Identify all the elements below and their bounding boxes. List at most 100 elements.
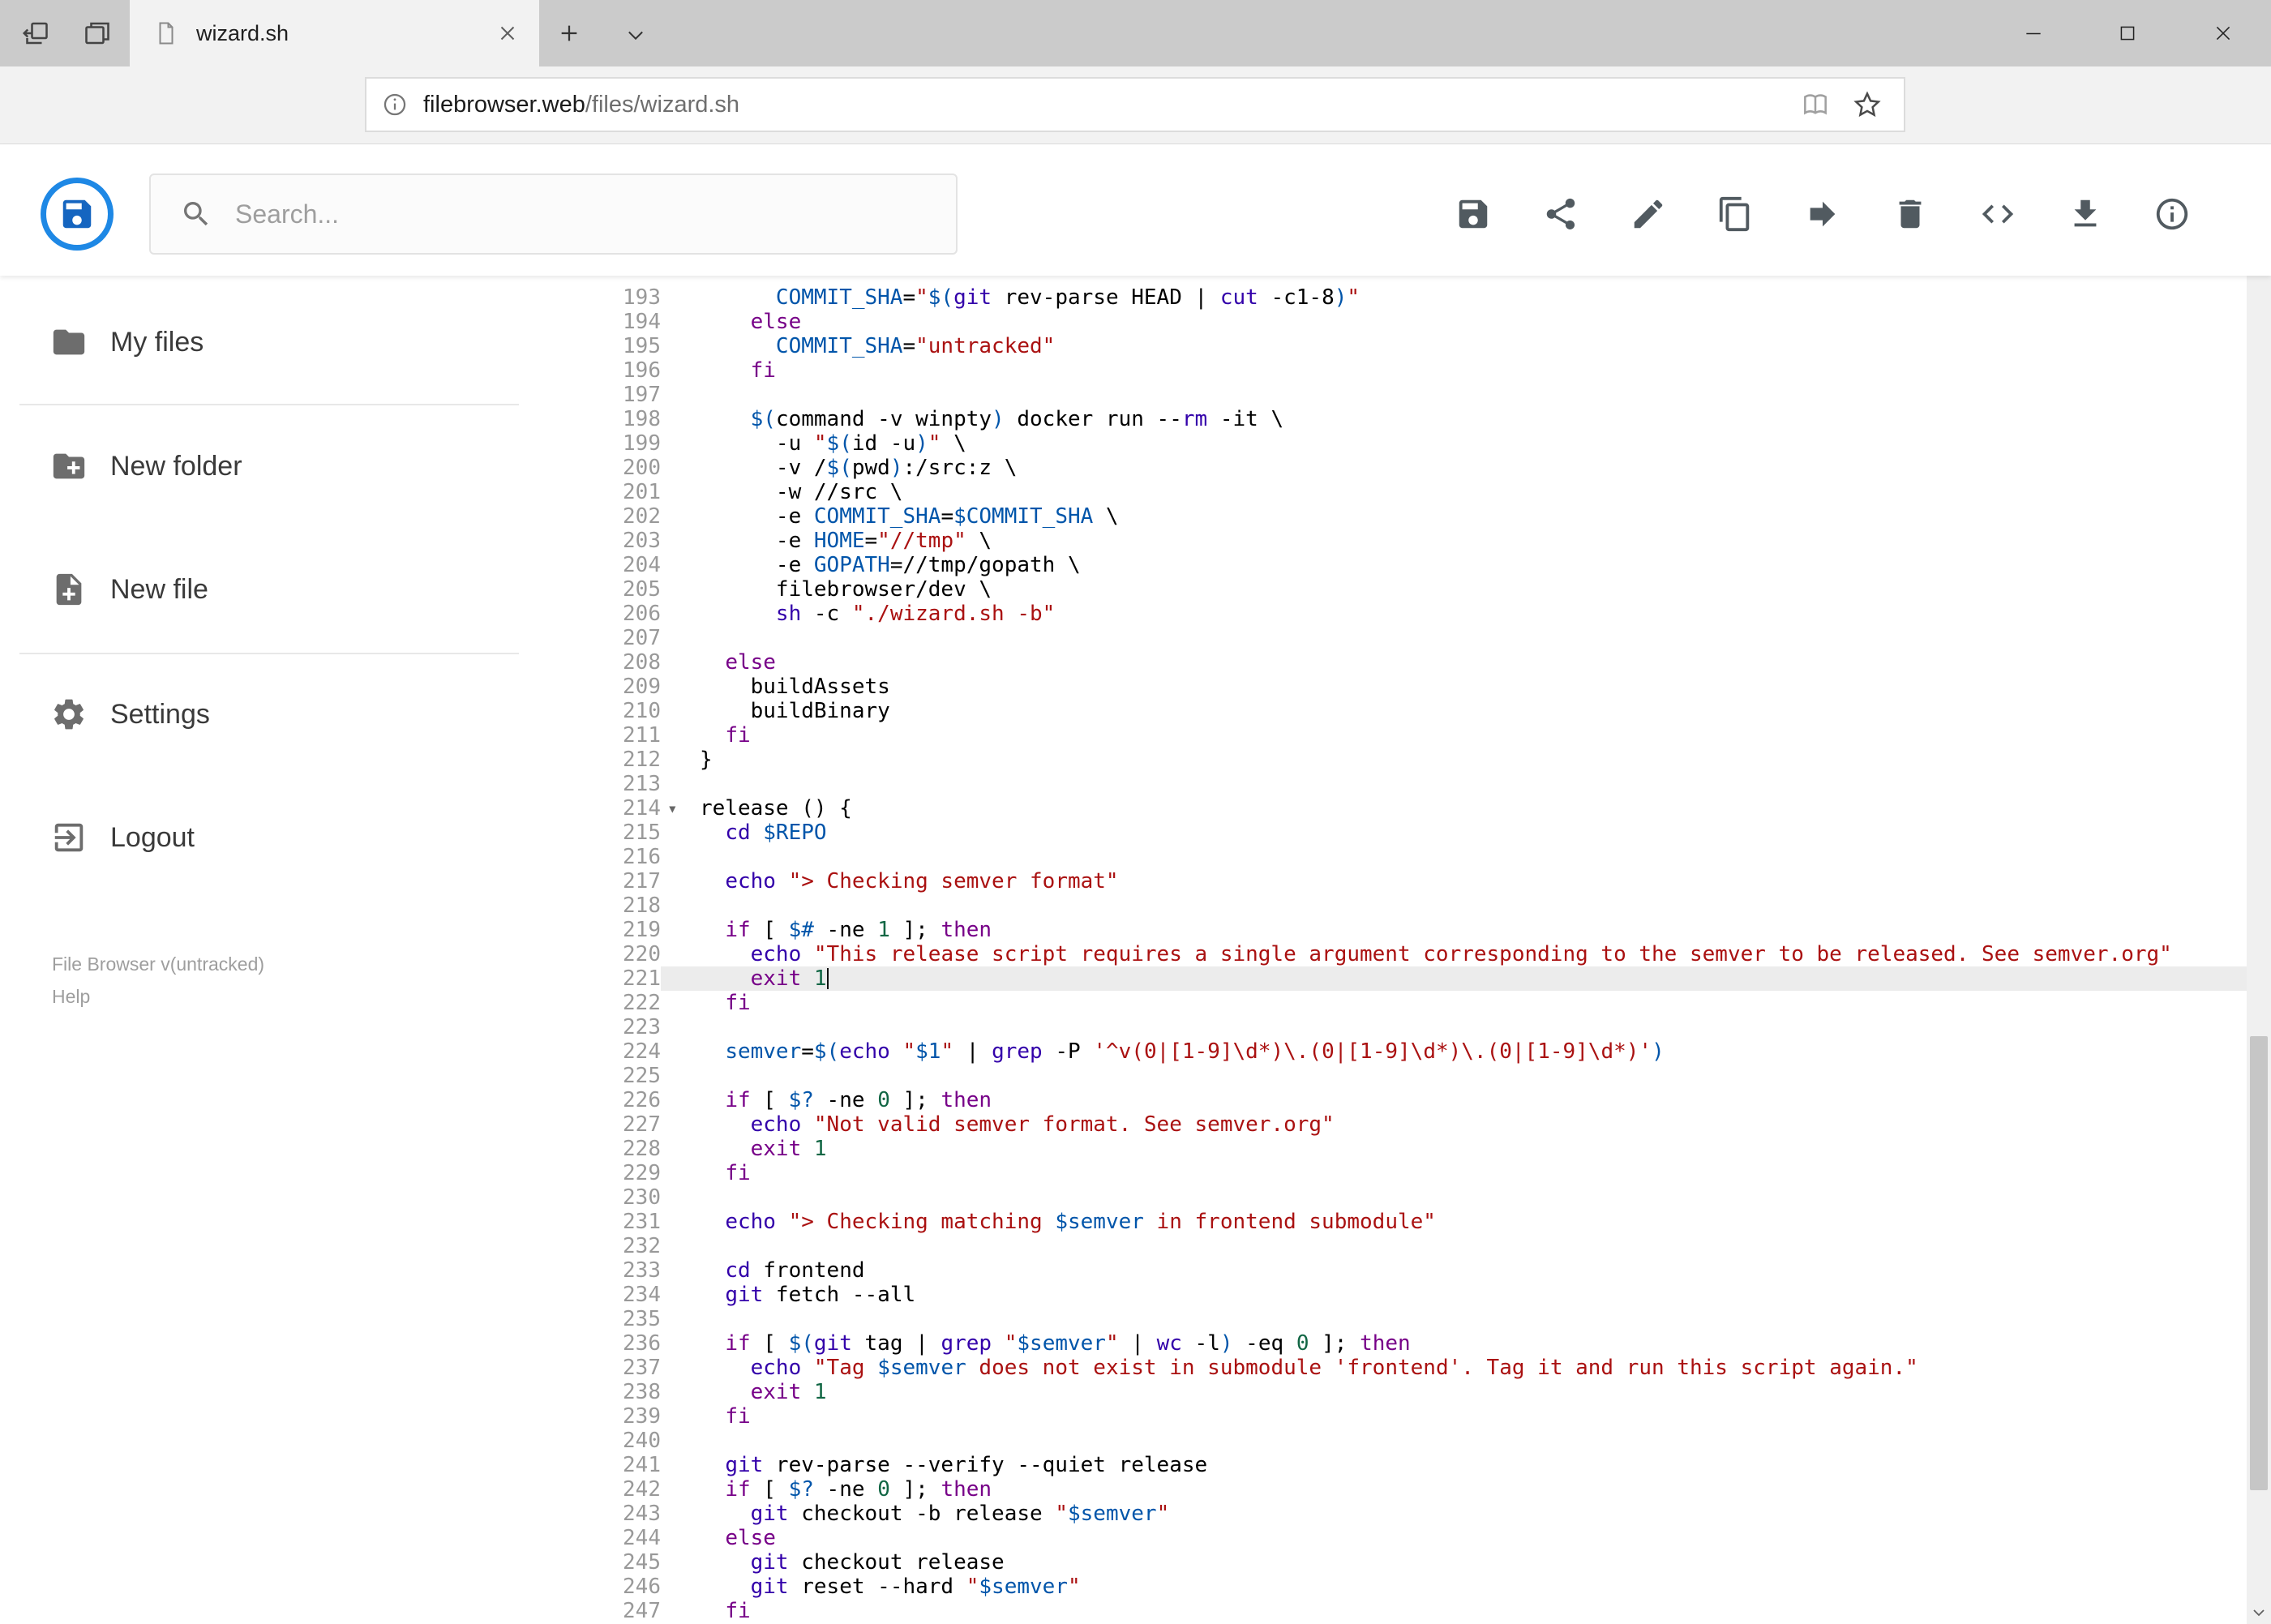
add-favorite-star-icon[interactable] [1852, 89, 1883, 120]
rename-button[interactable] [1630, 195, 1667, 233]
code-line[interactable]: 203 -e HOME="//tmp" \ [600, 529, 2247, 553]
code-editor[interactable]: 193 COMMIT_SHA="$(git rev-parse HEAD | c… [600, 276, 2247, 1624]
address-bar[interactable]: filebrowser.web/files/wizard.sh [365, 77, 1905, 132]
code-line[interactable]: 218 [600, 893, 2247, 918]
code-line[interactable]: 238 exit 1 [600, 1380, 2247, 1404]
code-line[interactable]: 239 fi [600, 1404, 2247, 1429]
sidebar-item-my-files[interactable]: My files [0, 306, 600, 379]
code-line[interactable]: 228 exit 1 [600, 1137, 2247, 1161]
browser-tab[interactable]: wizard.sh [130, 0, 539, 66]
tab-close-icon[interactable] [495, 21, 520, 45]
page-scrollbar[interactable] [2247, 144, 2271, 1624]
code-line[interactable]: 245 git checkout release [600, 1550, 2247, 1575]
code-line[interactable]: 197 [600, 383, 2247, 407]
sidebar-item-label: Settings [110, 698, 210, 730]
download-button[interactable] [2067, 195, 2104, 233]
code-line[interactable]: 214 ▾ release () { [600, 796, 2247, 821]
code-line[interactable]: 225 [600, 1064, 2247, 1088]
code-line[interactable]: 241 git rev-parse --verify --quiet relea… [600, 1453, 2247, 1477]
sidebar-item-logout[interactable]: Logout [0, 801, 600, 874]
code-line[interactable]: 234 git fetch --all [600, 1283, 2247, 1307]
code-line[interactable]: 200 -v /$(pwd):/src:z \ [600, 456, 2247, 480]
sidebar-item-new-file[interactable]: New file [0, 553, 600, 626]
code-line[interactable]: 231 echo "> Checking matching $semver in… [600, 1210, 2247, 1234]
scrollbar-thumb[interactable] [2250, 1036, 2268, 1490]
code-line[interactable]: 202 -e COMMIT_SHA=$COMMIT_SHA \ [600, 504, 2247, 529]
code-line[interactable]: 237 echo "Tag $semver does not exist in … [600, 1356, 2247, 1380]
code-line[interactable]: 219 if [ $# -ne 1 ]; then [600, 918, 2247, 942]
code-line[interactable]: 244 else [600, 1526, 2247, 1550]
scroll-down-arrow-icon[interactable] [2247, 1600, 2271, 1624]
sidebar-item-settings[interactable]: Settings [0, 678, 600, 751]
code-line[interactable]: 220 echo "This release script requires a… [600, 942, 2247, 966]
code-line[interactable]: 204 -e GOPATH=//tmp/gopath \ [600, 553, 2247, 577]
line-number: 244 [623, 1526, 661, 1550]
code-line[interactable]: 205 filebrowser/dev \ [600, 577, 2247, 602]
code-line[interactable]: 198 $(command -v winpty) docker run --rm… [600, 407, 2247, 431]
code-line[interactable]: 213 [600, 772, 2247, 796]
code-line[interactable]: 233 cd frontend [600, 1258, 2247, 1283]
code-line[interactable]: 201 -w //src \ [600, 480, 2247, 504]
line-number: 197 [623, 383, 661, 407]
code-line[interactable]: 246 git reset --hard "$semver" [600, 1575, 2247, 1599]
line-number: 235 [623, 1307, 661, 1331]
fold-gutter [661, 1380, 700, 1404]
code-line[interactable]: 230 [600, 1185, 2247, 1210]
code-line[interactable]: 243 git checkout -b release "$semver" [600, 1502, 2247, 1526]
reading-view-icon[interactable] [1800, 89, 1831, 120]
code-line[interactable]: 223 [600, 1015, 2247, 1039]
code-line[interactable]: 217 echo "> Checking semver format" [600, 869, 2247, 893]
raw-code-button[interactable] [1979, 195, 2016, 233]
window-maximize-button[interactable] [2080, 0, 2175, 66]
sidebar-item-new-folder[interactable]: New folder [0, 430, 600, 503]
save-button[interactable] [1455, 195, 1492, 233]
code-line[interactable]: 215 cd $REPO [600, 821, 2247, 845]
info-button[interactable] [2153, 195, 2191, 233]
code-line[interactable]: 212} [600, 748, 2247, 772]
window-close-button[interactable] [2175, 0, 2271, 66]
code-line[interactable]: 236 if [ $(git tag | grep "$semver" | wc… [600, 1331, 2247, 1356]
code-line[interactable]: 224 semver=$(echo "$1" | grep -P '^v(0|[… [600, 1039, 2247, 1064]
code-line[interactable]: 199 -u "$(id -u)" \ [600, 431, 2247, 456]
code-line[interactable]: 195 COMMIT_SHA="untracked" [600, 334, 2247, 358]
new-tab-button[interactable] [556, 20, 582, 46]
code-line[interactable]: 227 echo "Not valid semver format. See s… [600, 1112, 2247, 1137]
code-line[interactable]: 211 fi [600, 723, 2247, 748]
code-line[interactable]: 222 fi [600, 991, 2247, 1015]
filebrowser-logo[interactable] [41, 178, 114, 251]
code-line[interactable]: 229 fi [600, 1161, 2247, 1185]
line-number: 200 [623, 456, 661, 480]
code-line[interactable]: 209 buildAssets [600, 675, 2247, 699]
site-info-icon[interactable] [381, 91, 409, 118]
code-line[interactable]: 226 if [ $? -ne 0 ]; then [600, 1088, 2247, 1112]
code-line[interactable]: 196 fi [600, 358, 2247, 383]
code-line[interactable]: 242 if [ $? -ne 0 ]; then [600, 1477, 2247, 1502]
delete-button[interactable] [1892, 195, 1929, 233]
code-line[interactable]: 208 else [600, 650, 2247, 675]
code-line[interactable]: 240 [600, 1429, 2247, 1453]
fold-gutter [661, 504, 700, 529]
code-line[interactable]: 232 [600, 1234, 2247, 1258]
search-box[interactable] [149, 174, 958, 255]
set-tabs-aside-icon[interactable] [21, 19, 50, 48]
code-line[interactable]: 207 [600, 626, 2247, 650]
share-button[interactable] [1542, 195, 1579, 233]
copy-button[interactable] [1716, 195, 1754, 233]
fold-marker-icon[interactable]: ▾ [661, 796, 700, 821]
code-line[interactable]: 216 [600, 845, 2247, 869]
code-line[interactable]: 210 buildBinary [600, 699, 2247, 723]
move-button[interactable] [1804, 195, 1841, 233]
code-line[interactable]: 194 else [600, 310, 2247, 334]
tab-list-chevron-icon[interactable] [624, 24, 647, 46]
code-line-active[interactable]: 221 exit 1 [600, 966, 2247, 991]
search-input[interactable] [234, 198, 918, 230]
window-minimize-button[interactable] [1986, 0, 2080, 66]
help-link[interactable]: Help [52, 986, 90, 1008]
fold-gutter [661, 529, 700, 553]
code-line[interactable]: 206 sh -c "./wizard.sh -b" [600, 602, 2247, 626]
code-line[interactable]: 193 COMMIT_SHA="$(git rev-parse HEAD | c… [600, 285, 2247, 310]
code-line[interactable]: 235 [600, 1307, 2247, 1331]
code-line[interactable]: 247 fi [600, 1599, 2247, 1623]
tabs-you-set-aside-icon[interactable] [83, 19, 112, 48]
